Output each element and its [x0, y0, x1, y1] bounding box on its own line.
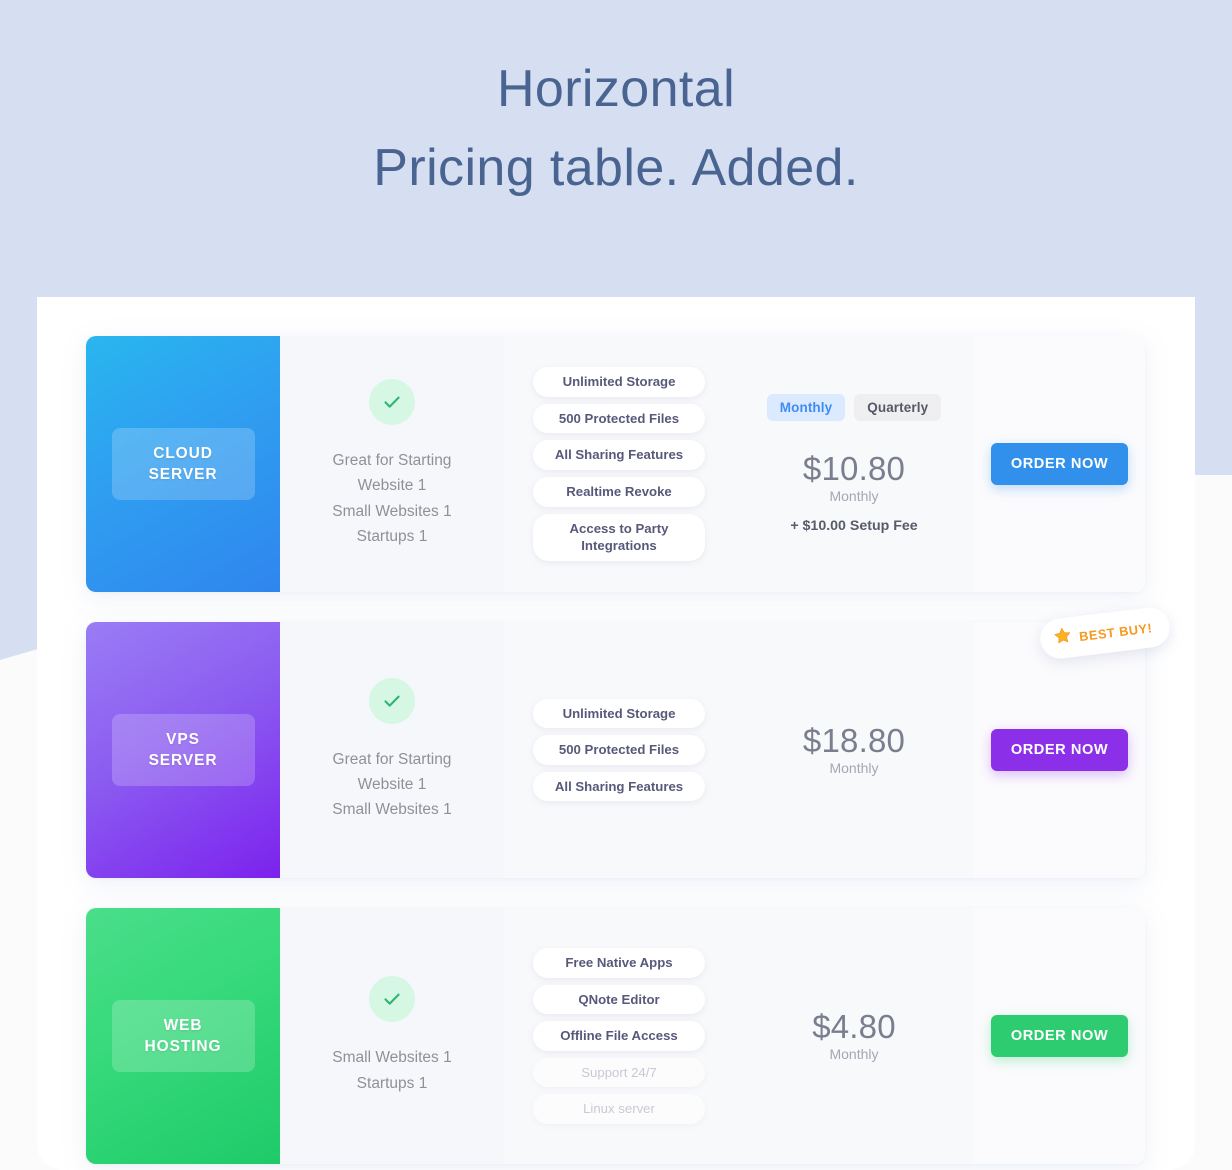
plan-cta-cell-web-hosting: ORDER NOW	[974, 908, 1145, 1164]
plan-name-cloud-server: CLOUD SERVER	[111, 427, 255, 501]
price-period: Monthly	[829, 488, 879, 504]
plan-description-line: Website 1	[357, 775, 427, 793]
feature-pill[interactable]: Realtime Revoke	[533, 477, 705, 507]
feature-pill: Linux server	[533, 1094, 705, 1124]
order-now-button-vps-server[interactable]: ORDER NOW	[990, 729, 1129, 771]
page-title-line-2: Pricing table. Added.	[373, 139, 859, 198]
price-setup-fee-note: + $10.00 Setup Fee	[790, 518, 918, 534]
feature-pill[interactable]: Unlimited Storage	[533, 367, 705, 397]
plan-description-line: Great for Starting	[332, 750, 452, 768]
plan-name-vps-server: VPS SERVER	[111, 713, 255, 787]
feature-pill[interactable]: Free Native Apps	[533, 948, 705, 978]
plan-name-line-2: SERVER	[148, 466, 218, 483]
price-amount: $18.80	[802, 722, 906, 759]
plan-description-line: Startups 1	[356, 527, 428, 545]
plan-features-vps-server: Unlimited Storage 500 Protected Files All …	[504, 622, 734, 878]
price-period: Monthly	[829, 1046, 879, 1062]
plan-name-web-hosting: WEB HOSTING	[111, 999, 255, 1073]
feature-pill[interactable]: 500 Protected Files	[533, 735, 705, 765]
plan-name-line-2: SERVER	[148, 752, 218, 769]
price-period: Monthly	[829, 760, 879, 776]
star-icon	[1052, 625, 1074, 651]
page-title: Horizontal Pricing table. Added.	[0, 50, 1232, 208]
plan-description-line: Startups 1	[356, 1074, 428, 1092]
plan-description-line: Great for Starting	[332, 452, 452, 469]
feature-pill: Support 24/7	[533, 1057, 705, 1088]
check-icon	[369, 677, 415, 724]
price-amount: $10.80	[802, 450, 906, 487]
plan-name-line-1: VPS	[166, 730, 200, 748]
best-buy-label: BEST BUY!	[1078, 619, 1154, 644]
pricing-row-web-hosting: WEB HOSTING Small Websites 1 Startups 1 Free…	[86, 908, 1145, 1164]
order-now-button-web-hosting[interactable]: ORDER NOW	[990, 1015, 1129, 1057]
pricing-row-cloud-server: CLOUD SERVER Great for Starting Website 1 Sm…	[86, 336, 1145, 592]
plan-description-web-hosting: Small Websites 1 Startups 1	[280, 908, 504, 1164]
plan-description-vps-server: Great for Starting Website 1 Small Website…	[280, 622, 504, 878]
feature-pill[interactable]: Unlimited Storage	[533, 698, 705, 729]
plan-features-web-hosting: Free Native Apps QNote Editor Offline File…	[504, 908, 734, 1164]
order-now-button-cloud-server[interactable]: ORDER NOW	[990, 443, 1129, 485]
plan-cta-cell-cloud-server: ORDER NOW	[974, 336, 1145, 592]
feature-pill[interactable]: 500 Protected Files	[533, 403, 705, 434]
feature-pill[interactable]: QNote Editor	[533, 984, 705, 1015]
plan-name-line-1: CLOUD	[153, 444, 213, 462]
plan-tile-vps-server: VPS SERVER	[86, 622, 280, 878]
feature-pill[interactable]: Access to Party Integrations	[533, 513, 705, 561]
billing-period-toggle: Monthly Quarterly	[766, 394, 942, 421]
plan-description-cloud-server: Great for Starting Website 1 Small Website…	[280, 336, 504, 592]
billing-toggle-option[interactable]: Quarterly	[854, 394, 942, 421]
pricing-row-vps-server: VPS SERVER Great for Starting Website 1 Smal…	[86, 622, 1145, 878]
check-icon	[369, 379, 415, 425]
billing-toggle-option[interactable]: Monthly	[766, 394, 846, 421]
page-title-line-1: Horizontal	[496, 60, 736, 118]
plan-tile-web-hosting: WEB HOSTING	[86, 908, 280, 1164]
plan-pricing-cloud-server: Monthly Quarterly $10.80 Monthly + $10.00 Se…	[734, 336, 974, 592]
plan-pricing-web-hosting: $4.80 Monthly	[734, 908, 974, 1164]
feature-pill[interactable]: Offline File Access	[533, 1021, 705, 1051]
plan-name-line-1: WEB	[163, 1016, 203, 1034]
plan-tile-cloud-server: CLOUD SERVER	[86, 336, 280, 592]
feature-pill[interactable]: All Sharing Features	[533, 440, 705, 470]
plan-description-line: Small Websites 1	[332, 502, 452, 520]
pricing-table-panel: CLOUD SERVER Great for Starting Website 1 Sm…	[37, 297, 1195, 1170]
check-icon	[369, 976, 415, 1023]
plan-features-cloud-server: Unlimited Storage 500 Protected Files All …	[504, 336, 734, 592]
plan-cta-cell-vps-server: ORDER NOW	[974, 622, 1145, 878]
feature-pill[interactable]: All Sharing Features	[533, 771, 705, 802]
plan-description-line: Website 1	[357, 477, 427, 495]
plan-name-line-2: HOSTING	[144, 1038, 222, 1055]
price-amount: $4.80	[812, 1008, 896, 1045]
plan-description-line: Small Websites 1	[332, 801, 452, 819]
plan-description-line: Small Websites 1	[332, 1049, 452, 1067]
plan-pricing-vps-server: $18.80 Monthly	[734, 622, 974, 878]
